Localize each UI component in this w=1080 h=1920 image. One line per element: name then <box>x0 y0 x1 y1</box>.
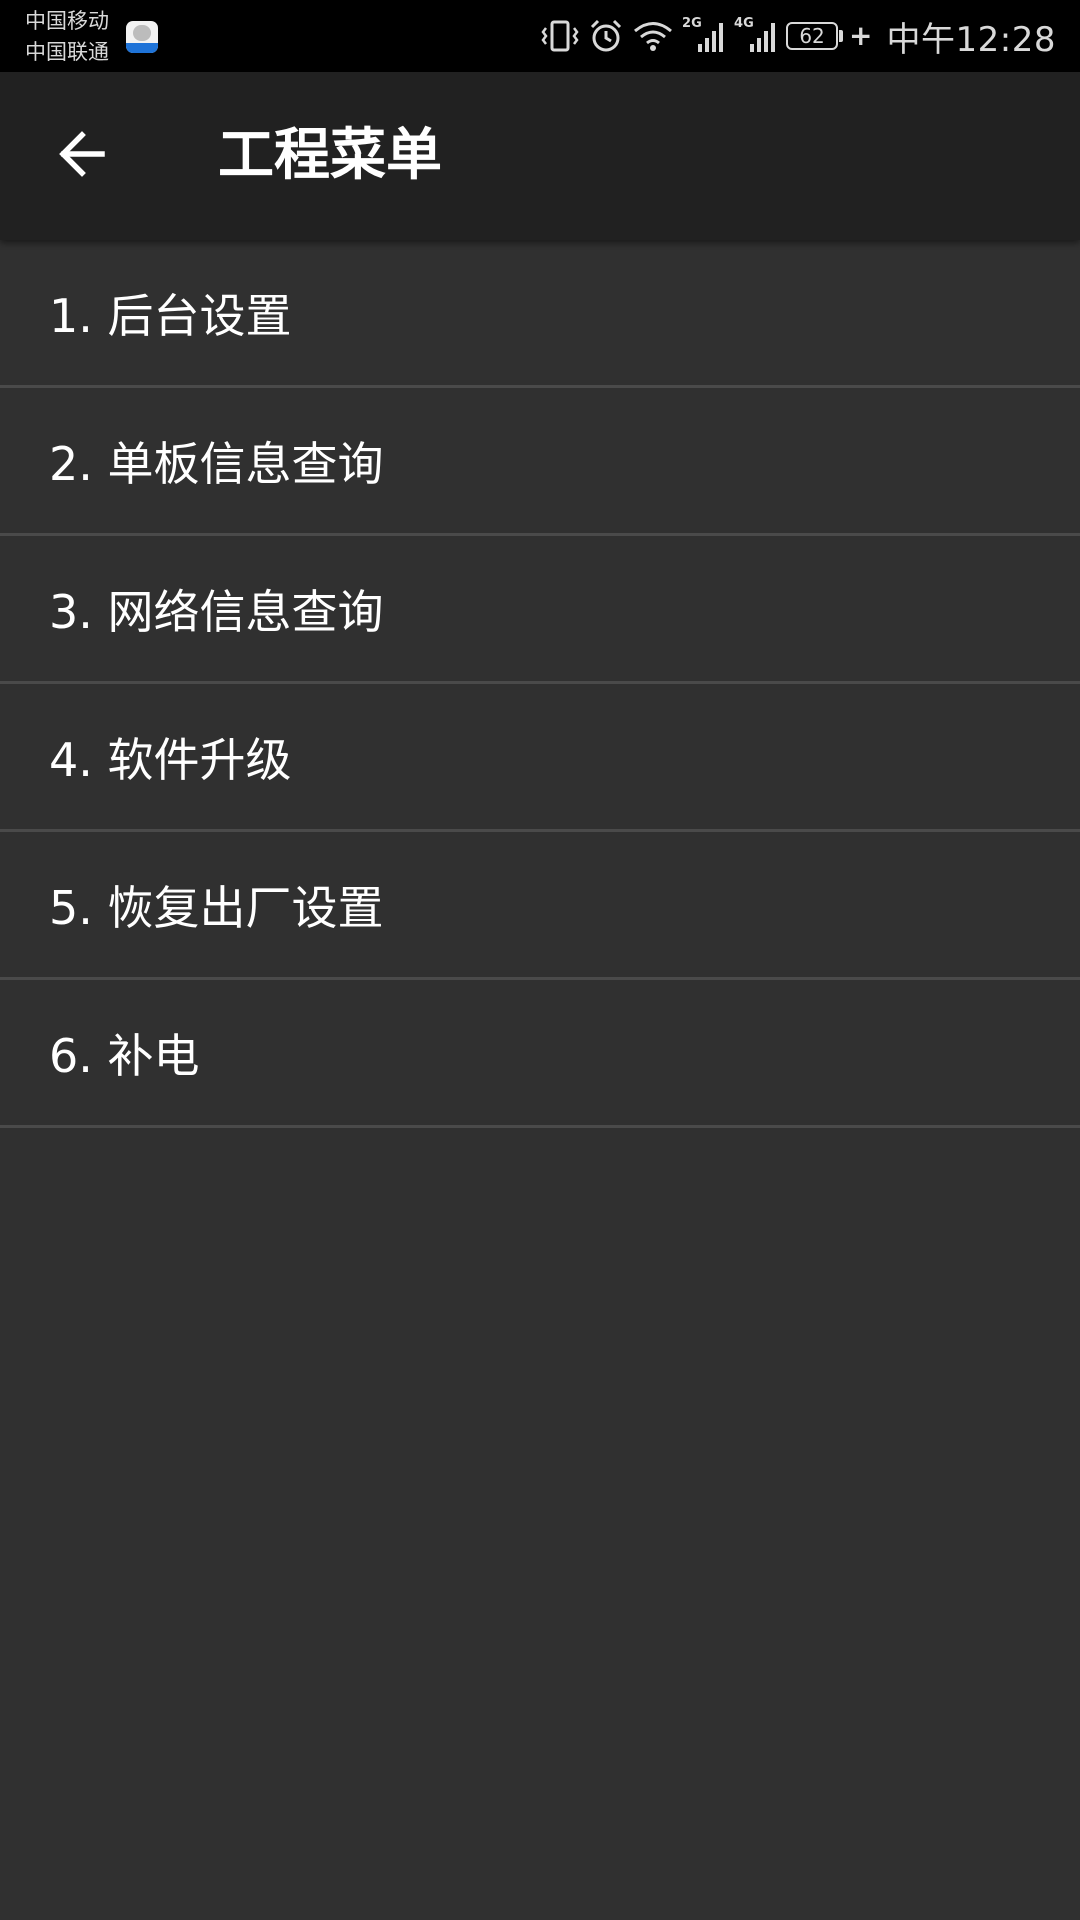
clock: 中午12:28 <box>886 19 1056 60</box>
wifi-icon <box>632 19 674 53</box>
menu-item-background-settings[interactable]: 1. 后台设置 <box>0 240 1080 388</box>
menu-item-network-info[interactable]: 3. 网络信息查询 <box>0 536 1080 684</box>
carrier-1: 中国移动 <box>25 9 109 33</box>
status-icons: 2G 4G 62 + 中午12:28 <box>540 0 1056 72</box>
carrier-info: 中国移动 中国联通 <box>25 6 109 68</box>
arrow-left-icon <box>56 128 108 184</box>
page-title: 工程菜单 <box>218 123 442 188</box>
menu-item-label: 5. 恢复出厂设置 <box>49 880 384 935</box>
charging-icon: + <box>849 19 873 52</box>
menu-item-software-upgrade[interactable]: 4. 软件升级 <box>0 684 1080 832</box>
alarm-icon <box>588 18 624 54</box>
menu-item-board-info[interactable]: 2. 单板信息查询 <box>0 388 1080 536</box>
signal-icon: 4G <box>734 16 778 54</box>
menu-item-factory-reset[interactable]: 5. 恢复出厂设置 <box>0 832 1080 980</box>
menu-item-label: 6. 补电 <box>49 1028 200 1083</box>
notification-app-icon <box>126 21 158 53</box>
battery-icon: 62 <box>786 22 839 50</box>
back-button[interactable] <box>40 114 124 198</box>
app-bar: 工程菜单 <box>0 72 1080 240</box>
status-bar: 中国移动 中国联通 2G 4G 62 + 中午12:28 <box>0 0 1080 72</box>
menu-item-label: 3. 网络信息查询 <box>49 584 384 639</box>
menu-item-label: 1. 后台设置 <box>49 288 292 343</box>
carrier-2: 中国联通 <box>25 40 109 64</box>
signal-icon: 2G <box>682 16 726 54</box>
menu-item-recharge[interactable]: 6. 补电 <box>0 980 1080 1128</box>
vibrate-icon <box>540 19 580 53</box>
battery-level: 62 <box>799 24 825 48</box>
engineering-menu-list: 1. 后台设置 2. 单板信息查询 3. 网络信息查询 4. 软件升级 5. 恢… <box>0 240 1080 1128</box>
menu-item-label: 4. 软件升级 <box>49 732 292 787</box>
battery-tip <box>839 30 844 42</box>
menu-item-label: 2. 单板信息查询 <box>49 436 384 491</box>
